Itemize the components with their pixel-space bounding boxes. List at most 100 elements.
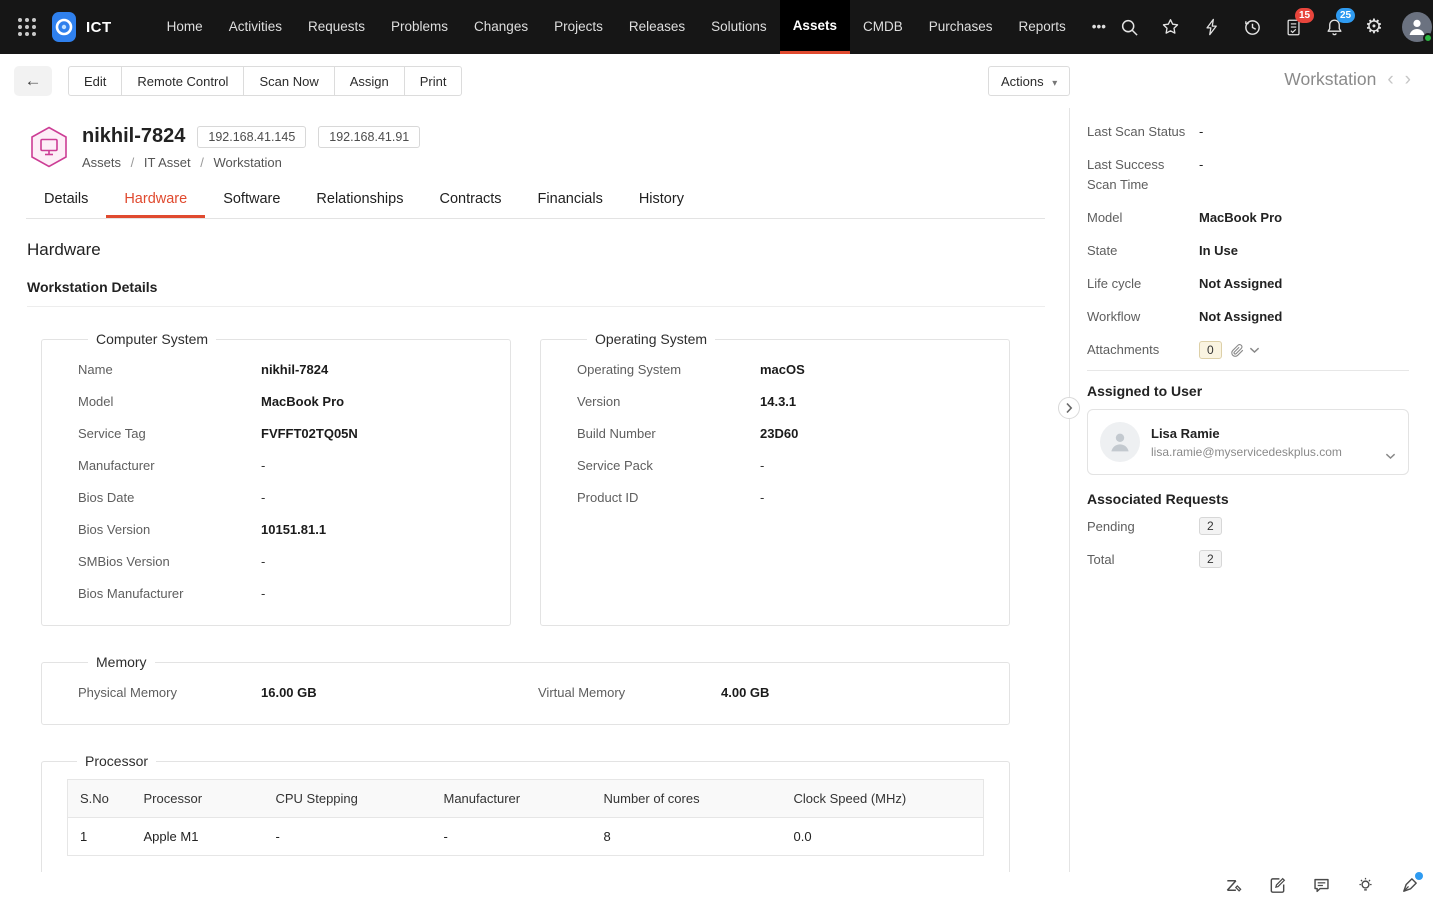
field-label: Service Tag	[78, 425, 146, 441]
notifications-count-badge: 25	[1335, 8, 1356, 23]
field-value: 16.00 GB	[261, 684, 317, 700]
total-count-badge[interactable]: 2	[1199, 550, 1222, 568]
user-avatar[interactable]	[1401, 12, 1433, 43]
attachments-label: Attachments	[1087, 342, 1160, 357]
breadcrumb-workstation[interactable]: Workstation	[214, 155, 282, 170]
help-assistant-icon[interactable]	[1399, 872, 1423, 895]
sidebar-field-row: Life cycle Not Assigned	[1087, 274, 1409, 294]
section-title: Hardware	[27, 240, 101, 259]
assigned-user-card[interactable]: Lisa Ramie lisa.ramie@myservicedeskplus.…	[1087, 409, 1409, 475]
edit-button[interactable]: Edit	[68, 66, 123, 96]
field-label: Bios Manufacturer	[78, 585, 184, 601]
assign-button[interactable]: Assign	[333, 66, 405, 96]
back-button[interactable]: ←	[14, 66, 52, 96]
nav-releases[interactable]: Releases	[616, 0, 698, 54]
nav-reports[interactable]: Reports	[1006, 0, 1079, 54]
tab-details[interactable]: Details	[26, 182, 106, 218]
column-header: Manufacturer	[431, 779, 592, 818]
history-icon[interactable]	[1242, 16, 1264, 38]
field-row: Bios Manufacturer -	[78, 577, 510, 609]
field-row: Bios Date -	[78, 481, 510, 513]
field-label: Workflow	[1087, 309, 1141, 324]
notifications-bell-icon[interactable]: 25	[1324, 8, 1356, 38]
nav-assets[interactable]: Assets	[779, 0, 850, 54]
tab-hardware[interactable]: Hardware	[106, 182, 206, 218]
field-label: Name	[78, 361, 113, 377]
field-label: Product ID	[577, 489, 639, 505]
remote-control-button[interactable]: Remote Control	[121, 66, 245, 96]
paperclip-icon[interactable]	[1230, 343, 1245, 358]
release-notes-icon[interactable]	[1267, 875, 1287, 895]
column-header: S.No	[67, 779, 132, 818]
breadcrumb-assets[interactable]: Assets	[82, 155, 121, 170]
nav-requests[interactable]: Requests	[295, 0, 378, 54]
field-label: Operating System	[577, 361, 682, 377]
breadcrumb-it-asset[interactable]: IT Asset	[144, 155, 191, 170]
app-logo-icon[interactable]	[52, 12, 76, 42]
field-row: Service Pack -	[577, 449, 1009, 481]
field-label: Version	[577, 393, 621, 409]
sidebar-field-row: Last Success Scan Time -	[1087, 155, 1409, 195]
field-value: 4.00 GB	[721, 684, 770, 700]
processor-panel: Processor S.No Processor CPU Stepping Ma…	[41, 753, 1010, 875]
tab-relationships[interactable]: Relationships	[298, 182, 421, 218]
top-navbar: ICT Home Activities Requests Problems Ch…	[0, 0, 1433, 54]
field-label: SMBios Version	[78, 553, 170, 569]
print-button[interactable]: Print	[403, 66, 463, 96]
assigned-user-email: lisa.ramie@myservicedeskplus.com	[1151, 444, 1342, 459]
zia-assistant-icon[interactable]	[1223, 875, 1243, 895]
nav-projects[interactable]: Projects	[541, 0, 616, 54]
asset-action-buttons: Edit Remote Control Scan Now Assign Prin…	[68, 66, 463, 96]
actions-dropdown-button[interactable]: Actions ▾	[988, 66, 1071, 96]
column-header: Processor	[131, 779, 264, 818]
field-value: -	[1199, 157, 1204, 172]
nav-purchases[interactable]: Purchases	[916, 0, 1006, 54]
field-value: Not Assigned	[1199, 309, 1283, 324]
entity-type-label: Workstation	[1284, 69, 1377, 89]
rewards-icon[interactable]	[1160, 16, 1182, 38]
nav-more[interactable]: •••	[1079, 0, 1119, 54]
table-cell: 8	[603, 829, 611, 844]
nav-cmdb[interactable]: CMDB	[850, 0, 916, 54]
asset-header: nikhil-7824 192.168.41.145 192.168.41.91…	[0, 108, 1069, 170]
user-card-chevron-down-icon[interactable]	[1385, 452, 1396, 460]
nav-home[interactable]: Home	[154, 0, 216, 54]
feedback-chat-icon[interactable]	[1311, 875, 1331, 895]
apps-grid-icon[interactable]	[18, 18, 36, 36]
associated-requests-heading: Associated Requests	[1087, 491, 1229, 507]
sidebar-collapse-toggle[interactable]	[1058, 397, 1080, 419]
nav-activities[interactable]: Activities	[216, 0, 295, 54]
scan-now-button[interactable]: Scan Now	[243, 66, 335, 96]
settings-gear-icon[interactable]: ⚙	[1365, 17, 1383, 37]
field-value: -	[760, 489, 765, 505]
ip-address-badge: 192.168.41.145	[197, 125, 307, 148]
field-value: FVFFT02TQ05N	[261, 425, 358, 441]
tips-lightbulb-icon[interactable]	[1355, 875, 1375, 895]
attachments-chevron-down-icon[interactable]	[1249, 346, 1260, 354]
next-asset-icon[interactable]: ›	[1405, 70, 1411, 89]
field-value: 23D60	[760, 425, 799, 441]
navbar-actions: 15 25 ⚙	[1119, 8, 1433, 43]
total-label: Total	[1087, 551, 1115, 567]
field-row: Version 14.3.1	[577, 385, 1009, 417]
quick-actions-icon[interactable]	[1201, 16, 1223, 38]
search-icon[interactable]	[1119, 16, 1141, 38]
tab-contracts[interactable]: Contracts	[421, 182, 519, 218]
memory-legend: Memory	[96, 654, 147, 670]
approvals-icon[interactable]: 15	[1283, 8, 1315, 38]
nav-solutions[interactable]: Solutions	[698, 0, 780, 54]
tab-financials[interactable]: Financials	[520, 182, 621, 218]
nav-changes[interactable]: Changes	[461, 0, 541, 54]
bottom-helper-bar	[0, 872, 1433, 898]
pending-count-badge[interactable]: 2	[1199, 517, 1222, 535]
tab-history[interactable]: History	[621, 182, 702, 218]
field-label: Life cycle	[1087, 276, 1142, 291]
field-row: Physical Memory 16.00 GB Virtual Memory …	[78, 676, 1009, 708]
prev-asset-icon[interactable]: ‹	[1387, 70, 1393, 89]
notification-dot	[1415, 872, 1423, 880]
field-value: -	[261, 457, 266, 473]
nav-problems[interactable]: Problems	[378, 0, 461, 54]
pending-requests-row: Pending 2	[1087, 517, 1409, 535]
asset-toolbar: ← Edit Remote Control Scan Now Assign Pr…	[0, 54, 1433, 108]
tab-software[interactable]: Software	[205, 182, 298, 218]
